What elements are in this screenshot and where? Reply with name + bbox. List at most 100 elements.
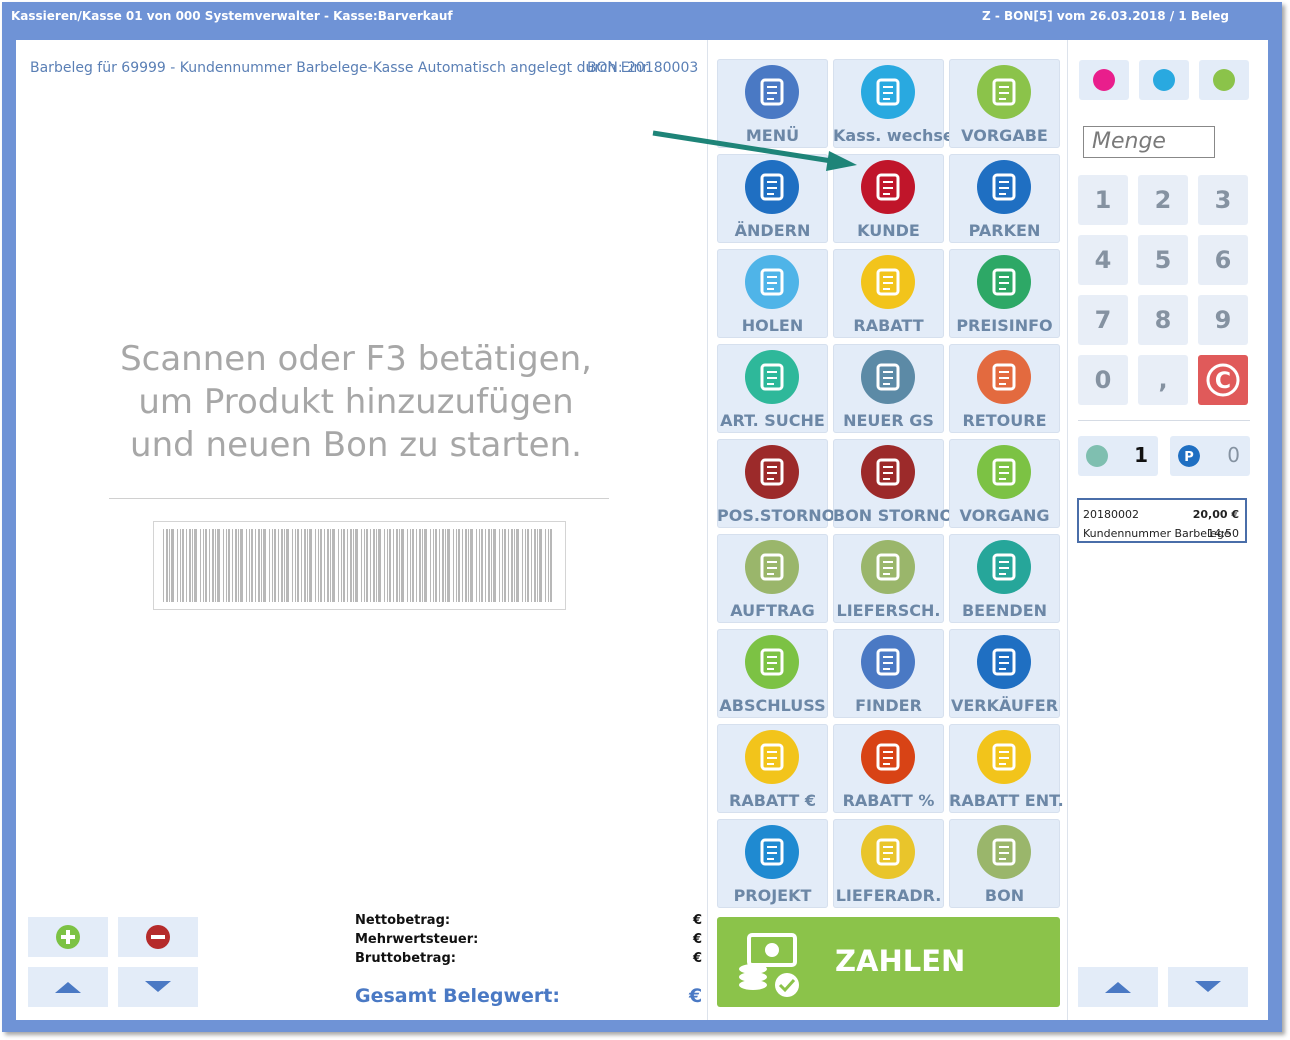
fn-button-delivery-truck[interactable]: LIEFERADR. [833,819,944,908]
clear-key[interactable]: C [1198,355,1248,405]
fn-button-fetch-receipt[interactable]: HOLEN [717,249,828,338]
key-2[interactable]: 2 [1138,175,1188,225]
quick-button-pink-bag[interactable] [1079,60,1129,100]
minus-circle-icon [146,925,170,949]
fn-button-parking[interactable]: PARKEN [949,154,1060,243]
brutto-currency: € [693,951,703,966]
finder-icon [861,635,915,689]
fn-button-menu[interactable]: MENÜ [717,59,828,148]
key-0[interactable]: 0 [1078,355,1128,405]
key-8[interactable]: 8 [1138,295,1188,345]
fn-button-label: POS.STORNO [717,506,836,525]
parked-bon-card[interactable]: 20180002 20,00 € Kundennummer Barbelege … [1077,498,1247,543]
brutto-label: Bruttobetrag: [355,951,456,966]
barcode-bars [163,529,552,602]
fn-button-user-switch[interactable]: Kass. wechsel [833,59,960,148]
pencil-icon [745,160,799,214]
delivery-truck-icon [861,825,915,879]
menu-icon [745,65,799,119]
fn-button-new-voucher[interactable]: NEUER GS [833,344,944,433]
remove-line-button[interactable] [118,917,198,957]
fn-button-article-search[interactable]: ART. SUCHE [717,344,828,433]
bon-list-up-button[interactable] [1078,967,1158,1007]
key-4[interactable]: 4 [1078,235,1128,285]
seller-icon [977,635,1031,689]
key-1[interactable]: 1 [1078,175,1128,225]
fn-button-project[interactable]: PROJEKT [717,819,828,908]
fn-button-customer[interactable]: KUNDE [833,154,944,243]
open-receipts-counter[interactable]: 1 [1078,436,1158,476]
add-line-button[interactable] [28,917,108,957]
fn-button-discount-remove[interactable]: RABATT ENT. [949,724,1064,813]
pay-button[interactable]: ZAHLEN [717,917,1060,1007]
parked-count: 0 [1227,443,1240,467]
fn-button-label: Kass. wechsel [833,126,960,145]
total-value-currency: € [689,985,703,1007]
svg-text:P: P [1184,450,1194,465]
fn-button-label: LIEFERADR. [835,886,942,905]
parked-bon-amount: 20,00 € [1192,508,1239,521]
fn-button-order-document[interactable]: AUFTRAG [717,534,828,623]
fn-button-default-settings[interactable]: VORGABE [949,59,1060,148]
customer-info: Barbeleg für 69999 - Kundennummer Barbel… [30,60,649,76]
fn-button-pencil[interactable]: ÄNDERN [717,154,828,243]
netto-currency: € [693,913,703,928]
clear-icon: C [1206,363,1240,397]
arrow-down-icon [145,981,171,992]
fn-button-bon[interactable]: BON [949,819,1060,908]
bag-pink-icon [1093,69,1115,91]
key-comma[interactable]: , [1138,355,1188,405]
netto-label: Nettobetrag: [355,913,451,928]
fn-button-trash[interactable]: POS.STORNO [717,439,836,528]
bon-number: BON: 20180003 [587,60,699,76]
fn-button-discount-percent[interactable]: RABATT % [833,724,944,813]
fn-button-label: VERKÄUFER [950,696,1059,715]
fn-button-label: RETOURE [962,411,1047,430]
key-9[interactable]: 9 [1198,295,1248,345]
key-6[interactable]: 6 [1198,235,1248,285]
arrow-up-icon [55,982,81,993]
fn-button-label: ABSCHLUSS [719,696,826,715]
user-switch-icon [861,65,915,119]
quantity-input[interactable]: Menge [1083,126,1215,158]
discount-percent-icon [861,730,915,784]
fn-button-label: RABATT % [842,791,935,810]
document-icon [977,445,1031,499]
fn-button-seller[interactable]: VERKÄUFER [949,629,1060,718]
parking-small-icon: P [1178,445,1200,467]
scroll-up-button[interactable] [28,967,108,1007]
fn-button-cash-register[interactable]: ABSCHLUSS [717,629,828,718]
key-7[interactable]: 7 [1078,295,1128,345]
scroll-down-button[interactable] [118,967,198,1007]
fn-button-receipt-cancel[interactable]: BON STORNO [833,439,953,528]
price-info-icon [977,255,1031,309]
fn-button-label: HOLEN [741,316,804,335]
window-title: Kassieren/Kasse 01 von 000 Systemverwalt… [11,9,453,23]
fn-button-label: LIEFERSCH. [836,601,941,620]
fn-button-document[interactable]: VORGANG [949,439,1060,528]
fn-button-price-info[interactable]: PREISINFO [949,249,1060,338]
fn-button-return[interactable]: RETOURE [949,344,1060,433]
bon-status-title: Z - BON[5] vom 26.03.2018 / 1 Beleg [982,9,1229,23]
bag-cyan-icon [1153,69,1175,91]
quick-button-cash[interactable] [1199,60,1249,100]
cash-money-icon [739,933,799,997]
key-3[interactable]: 3 [1198,175,1248,225]
arrow-up-icon [1105,982,1131,993]
fn-button-label: BEENDEN [961,601,1048,620]
fn-button-delivery-note[interactable]: LIEFERSCH. [833,534,944,623]
fn-button-finder[interactable]: FINDER [833,629,944,718]
bon-list-down-button[interactable] [1168,967,1248,1007]
key-5[interactable]: 5 [1138,235,1188,285]
discount-euro-icon [745,730,799,784]
parked-counter[interactable]: P 0 [1170,436,1250,476]
quick-button-cyan-bag[interactable] [1139,60,1189,100]
discount-remove-icon [977,730,1031,784]
fn-button-discount[interactable]: RABATT [833,249,944,338]
pos-window: Kassieren/Kasse 01 von 000 Systemverwalt… [2,2,1282,1032]
total-value-label: Gesamt Belegwert: [355,985,560,1007]
fn-button-discount-euro[interactable]: RABATT € [717,724,828,813]
cash-green-icon [1213,69,1235,91]
mwst-currency: € [693,932,703,947]
fn-button-power[interactable]: BEENDEN [949,534,1060,623]
